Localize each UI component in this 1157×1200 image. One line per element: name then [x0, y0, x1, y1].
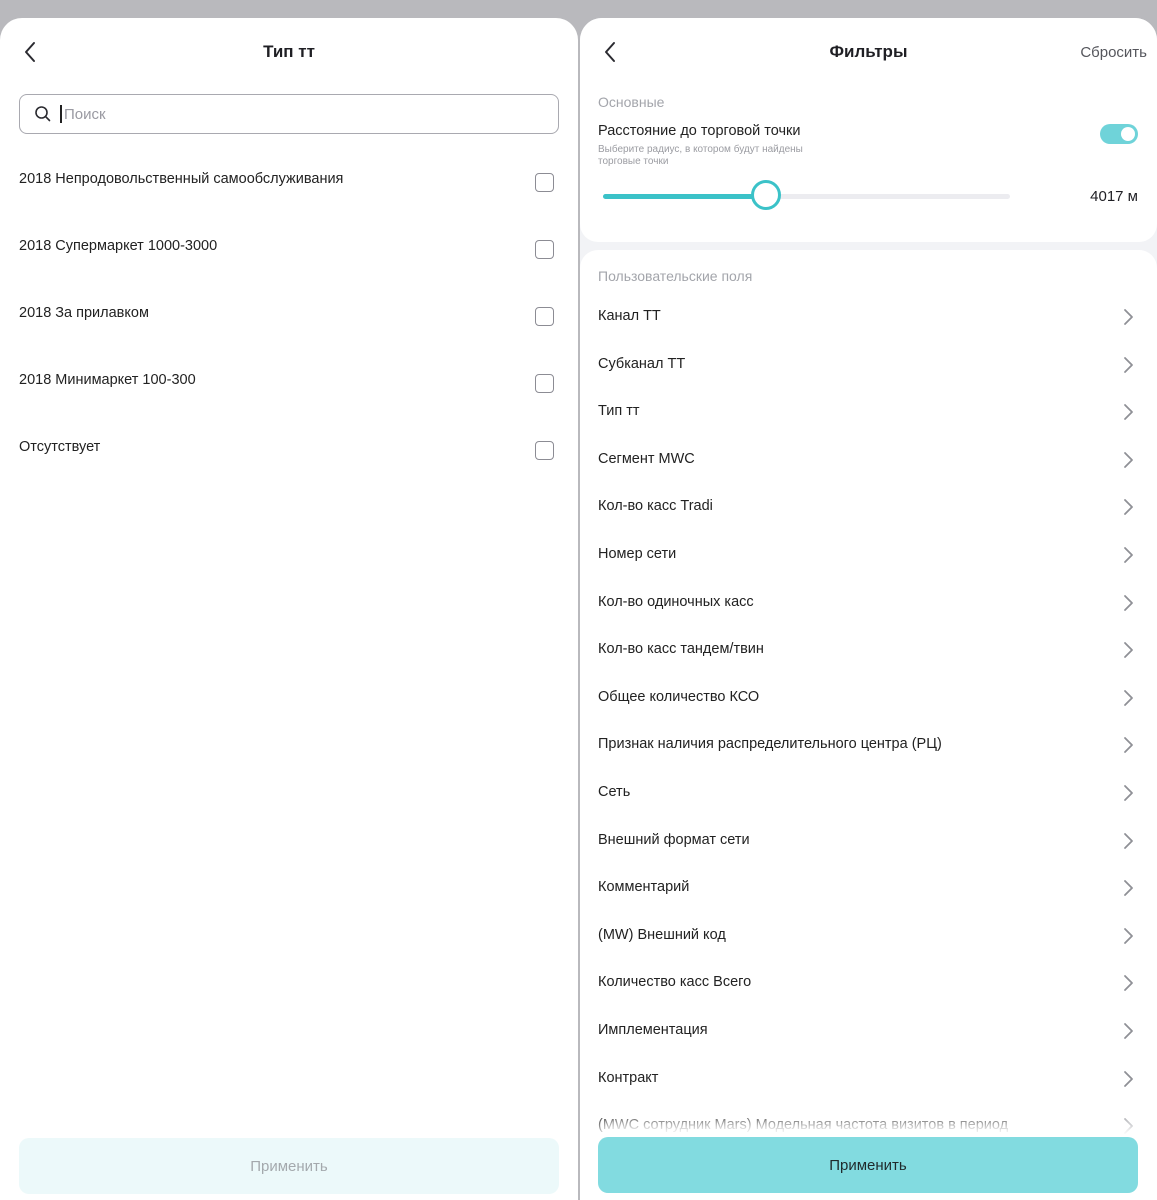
filter-field-label: Количество касс Всего [598, 974, 752, 991]
option-label: 2018 Супермаркет 1000-3000 [19, 238, 218, 254]
page-title: Фильтры [829, 42, 908, 61]
chevron-right-icon [1124, 499, 1133, 516]
option-row[interactable]: 2018 Непродовольственный самообслуживани… [0, 160, 578, 227]
filter-field-label: Признак наличия распределительного центр… [598, 736, 942, 753]
filter-field-row[interactable]: Тип тт [580, 389, 1157, 437]
option-row[interactable]: 2018 Супермаркет 1000-3000 [0, 227, 578, 294]
option-checkbox[interactable] [535, 240, 554, 259]
chevron-right-icon [1124, 1070, 1133, 1087]
option-row[interactable]: 2018 Минимаркет 100-300 [0, 361, 578, 428]
filter-field-row[interactable]: Внешний формат сети [580, 818, 1157, 866]
search-input[interactable] [60, 105, 558, 123]
filter-field-label: (MWC сотрудник Mars) Модельная частота в… [598, 1117, 1009, 1134]
type-tt-panel: Тип тт 2018 Непродовольственный самообсл… [0, 18, 578, 1200]
slider-thumb[interactable] [750, 180, 781, 210]
filter-field-label: Кол-во одиночных касс [598, 593, 754, 610]
filter-field-label: Кол-во касс Tradi [598, 498, 713, 515]
filter-field-label: Кол-во касс тандем/твин [598, 641, 764, 658]
toggle-knob [1121, 127, 1135, 141]
left-header: Тип тт [0, 18, 578, 86]
chevron-right-icon [1124, 642, 1133, 659]
option-row[interactable]: 2018 За прилавком [0, 294, 578, 361]
distance-value: 4017 м [1090, 188, 1138, 205]
filter-field-label: Сеть [598, 783, 631, 800]
option-checkbox[interactable] [535, 173, 554, 192]
filter-field-row[interactable]: Канал ТТ [580, 294, 1157, 342]
filter-field-label: Общее количество КСО [598, 688, 760, 705]
slider-fill [603, 194, 766, 199]
chevron-right-icon [1124, 927, 1133, 944]
filter-field-row[interactable]: Признак наличия распределительного центр… [580, 722, 1157, 770]
chevron-right-icon [1124, 737, 1133, 754]
filter-field-row[interactable]: Имплементация [580, 1008, 1157, 1056]
filter-field-label: Имплементация [598, 1021, 708, 1038]
chevron-right-icon [1124, 832, 1133, 849]
option-label: 2018 За прилавком [19, 305, 149, 321]
chevron-right-icon [1124, 880, 1133, 897]
basic-filters-card: Основные Расстояние до торговой точки Вы… [580, 86, 1157, 242]
filter-field-row[interactable]: Кол-во касс тандем/твин [580, 627, 1157, 675]
filter-field-row[interactable]: Субканал ТТ [580, 342, 1157, 390]
filter-field-row[interactable]: Контракт [580, 1056, 1157, 1104]
option-label: Отсутствует [19, 439, 101, 455]
option-checkbox[interactable] [535, 374, 554, 393]
chevron-right-icon [1124, 594, 1133, 611]
apply-button[interactable]: Применить [19, 1138, 559, 1194]
filter-field-label: Контракт [598, 1069, 659, 1086]
chevron-right-icon [1124, 547, 1133, 563]
filter-field-label: Субканал ТТ [598, 355, 686, 372]
distance-toggle[interactable] [1100, 124, 1138, 144]
filter-field-row[interactable]: Количество касс Всего [580, 960, 1157, 1008]
reset-button[interactable]: Сбросить [1080, 44, 1147, 61]
chevron-right-icon [1124, 309, 1133, 325]
page-title: Тип тт [263, 42, 315, 61]
fields-list: Канал ТТ Субканал ТТ Тип тт Сегмент MWC Кол-… [580, 294, 1157, 1151]
search-icon [35, 106, 51, 122]
option-checkbox[interactable] [535, 441, 554, 460]
filters-panel: Фильтры Сбросить Основные Расстояние до … [580, 18, 1157, 1200]
chevron-right-icon [1124, 1023, 1133, 1039]
filter-field-label: Сегмент MWC [598, 450, 695, 467]
filter-field-row[interactable]: Кол-во касс Tradi [580, 484, 1157, 532]
option-row[interactable]: Отсутствует [0, 428, 578, 495]
filter-field-label: Номер сети [598, 545, 677, 562]
distance-slider[interactable] [603, 180, 1010, 210]
chevron-right-icon [1124, 785, 1133, 801]
chevron-right-icon [1124, 356, 1133, 373]
section-label-basic: Основные [598, 94, 665, 110]
apply-button[interactable]: Применить [598, 1137, 1138, 1193]
filter-field-label: (MW) Внешний код [598, 926, 726, 943]
filter-field-row[interactable]: Комментарий [580, 865, 1157, 913]
distance-hint: Выберите радиус, в котором будут найдены… [598, 144, 803, 167]
search-field[interactable] [19, 94, 559, 134]
right-header: Фильтры Сбросить [580, 18, 1157, 86]
filter-field-row[interactable]: Кол-во одиночных касс [580, 580, 1157, 628]
distance-title: Расстояние до торговой точки [598, 123, 801, 139]
option-list: 2018 Непродовольственный самообслуживани… [0, 160, 578, 495]
filter-field-label: Тип тт [598, 403, 640, 420]
chevron-right-icon [1124, 451, 1133, 468]
option-checkbox[interactable] [535, 307, 554, 326]
filter-field-label: Внешний формат сети [598, 831, 750, 848]
filter-field-row[interactable]: Номер сети [580, 532, 1157, 580]
filter-field-row[interactable]: Общее количество КСО [580, 675, 1157, 723]
section-label-custom: Пользовательские поля [598, 268, 753, 284]
chevron-right-icon [1124, 1118, 1133, 1134]
filter-field-row[interactable]: (MW) Внешний код [580, 913, 1157, 961]
filter-field-label: Канал ТТ [598, 308, 661, 324]
chevron-right-icon [1124, 975, 1133, 992]
custom-fields-card: Пользовательские поля Канал ТТ Субканал Т… [580, 250, 1157, 1200]
option-label: 2018 Минимаркет 100-300 [19, 372, 196, 388]
filter-field-label: Комментарий [598, 879, 690, 896]
option-label: 2018 Непродовольственный самообслуживани… [19, 171, 344, 187]
chevron-right-icon [1124, 404, 1133, 421]
filter-field-row[interactable]: Сеть [580, 770, 1157, 818]
filter-field-row[interactable]: Сегмент MWC [580, 437, 1157, 485]
chevron-right-icon [1124, 689, 1133, 706]
